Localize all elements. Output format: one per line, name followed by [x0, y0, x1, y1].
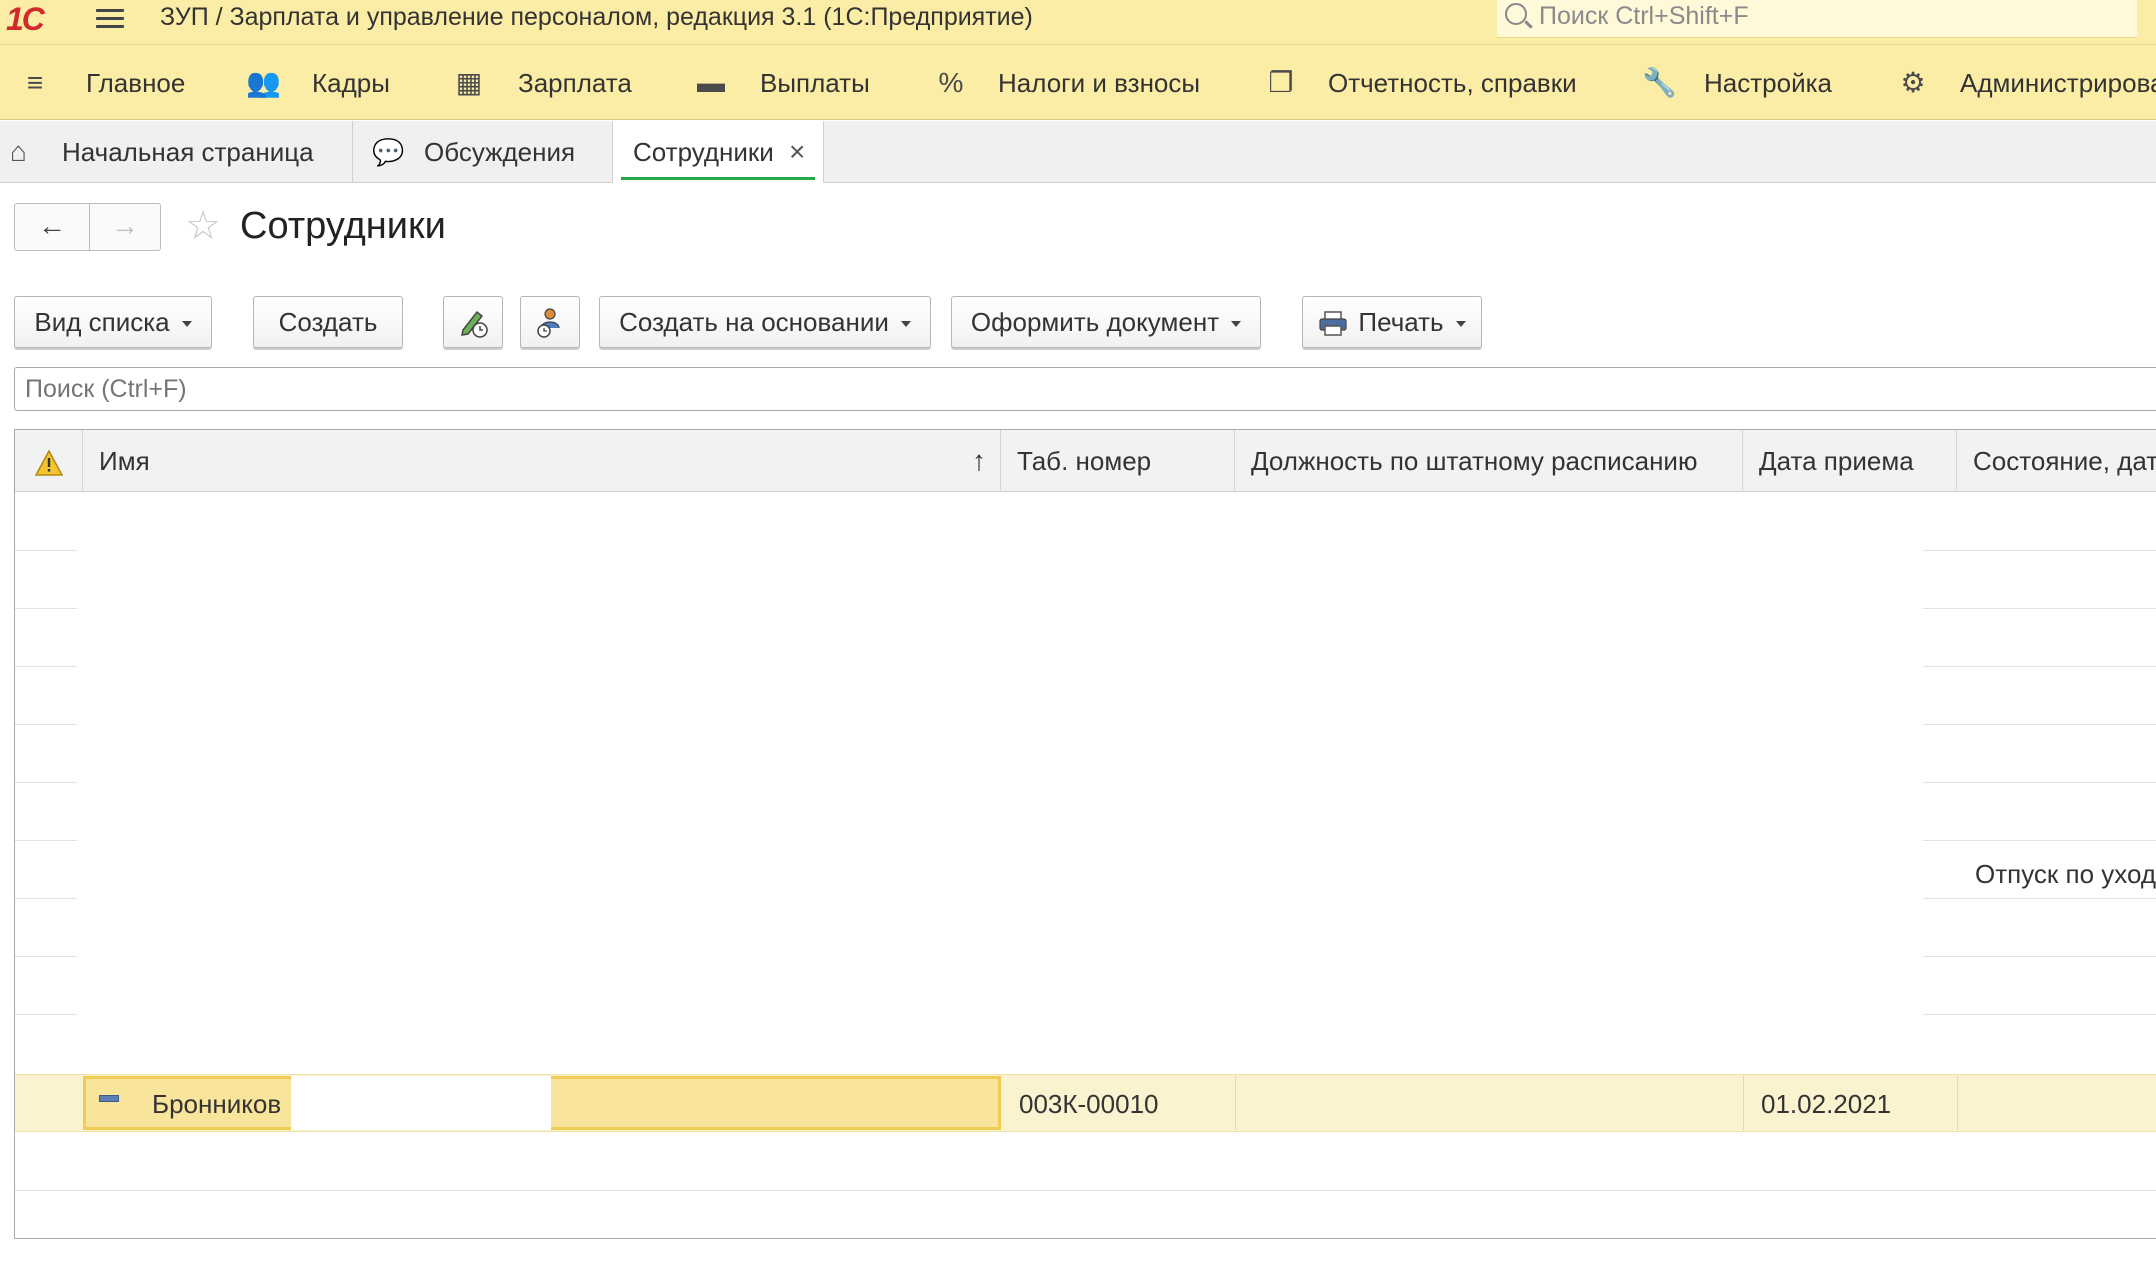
- percent-icon: %: [938, 67, 964, 98]
- section-label: Администрирова: [1960, 68, 2156, 98]
- section-label: Настройка: [1704, 68, 1832, 98]
- chat-icon: 💬: [372, 137, 405, 167]
- hire-date-cell: 01.02.2021: [1761, 1089, 1892, 1119]
- column-header-name[interactable]: Имя ↑: [83, 430, 1001, 492]
- button-label: Оформить документ: [970, 307, 1220, 337]
- tab-number-cell: 003К-00010: [1019, 1089, 1159, 1119]
- wrench-icon: 🔧: [1642, 67, 1677, 98]
- blank-area: [81, 1134, 2151, 1184]
- blank-area: [77, 496, 1923, 1074]
- blank-area: [291, 1076, 551, 1130]
- employees-table: Имя ↑ Таб. номер Должность по штатному р…: [14, 429, 2156, 1239]
- cell-divider: [1743, 1076, 1744, 1130]
- active-tab-indicator: [621, 177, 815, 180]
- section-label: Кадры: [312, 68, 390, 98]
- column-header-tab-number[interactable]: Таб. номер: [1001, 430, 1235, 492]
- section-label: Выплаты: [760, 68, 870, 98]
- column-header-position[interactable]: Должность по штатному расписанию: [1235, 430, 1743, 492]
- main-menu-icon[interactable]: [96, 6, 124, 30]
- forward-button[interactable]: →: [89, 203, 161, 251]
- home-icon: ⌂: [10, 136, 27, 167]
- favorite-star-icon[interactable]: ☆: [182, 205, 224, 247]
- tab-discussions[interactable]: 💬 Обсуждения: [352, 121, 613, 183]
- button-label: Вид списка: [34, 307, 170, 337]
- chevron-down-icon: [181, 321, 192, 328]
- button-label: Печать: [1358, 307, 1444, 337]
- employee-status-icon: [99, 1095, 119, 1102]
- section-label: Налоги и взносы: [998, 68, 1201, 98]
- sort-ascending-icon: ↑: [972, 445, 986, 476]
- tab-label: Сотрудники: [633, 137, 774, 167]
- wallet-icon: ▬: [697, 67, 725, 98]
- page-title: Сотрудники: [240, 205, 446, 247]
- create-based-on-button[interactable]: Создать на основании: [599, 296, 931, 348]
- section-label: Отчетность, справки: [1328, 68, 1577, 98]
- tab-label: Начальная страница: [62, 137, 314, 167]
- tab-home[interactable]: ⌂ Начальная страница: [0, 121, 353, 183]
- create-button[interactable]: Создать: [253, 296, 403, 348]
- view-list-button[interactable]: Вид списка: [14, 296, 212, 348]
- name-cell: Бронников: [152, 1089, 282, 1119]
- menu-lines-icon: ≡: [26, 67, 44, 98]
- column-header-status[interactable]: Состояние, дат: [1957, 430, 2156, 492]
- table-header: Имя ↑ Таб. номер Должность по штатному р…: [15, 430, 2156, 492]
- cell-divider: [1235, 1076, 1236, 1130]
- global-search-placeholder: Поиск Ctrl+Shift+F: [1539, 2, 1749, 30]
- app-title: ЗУП / Зарплата и управление персоналом, …: [160, 3, 1033, 31]
- back-button[interactable]: ←: [14, 203, 90, 251]
- chevron-down-icon: [1231, 321, 1242, 328]
- make-document-button[interactable]: Оформить документ: [951, 296, 1261, 348]
- chevron-down-icon: [1455, 321, 1466, 328]
- person-clock-icon: [537, 308, 560, 338]
- open-tabs-bar: ⌂ Начальная страница 💬 Обсуждения Сотруд…: [0, 121, 2156, 183]
- edit-history-button[interactable]: [443, 296, 503, 348]
- tab-label: Обсуждения: [424, 137, 576, 167]
- sections-panel: ≡ Главное 👥 Кадры ▦ Зарплата ▬ Выплаты %…: [0, 44, 2156, 120]
- employee-events-button[interactable]: [520, 296, 580, 348]
- close-icon[interactable]: ×: [789, 121, 805, 183]
- column-label: Имя: [99, 446, 150, 476]
- tab-employees[interactable]: Сотрудники ×: [612, 121, 824, 183]
- button-label: Создать: [278, 307, 378, 337]
- title-bar: 1С ЗУП / Зарплата и управление персонало…: [0, 0, 2156, 44]
- printer-icon: [1319, 311, 1348, 336]
- print-button[interactable]: Печать: [1302, 296, 1482, 348]
- cell-divider: [1957, 1076, 1958, 1130]
- button-label: Создать на основании: [619, 307, 889, 337]
- column-header-warning[interactable]: [15, 430, 83, 492]
- calculator-icon: ▦: [455, 67, 483, 98]
- pencil-clock-icon: [461, 310, 488, 338]
- column-header-hire-date[interactable]: Дата приема: [1743, 430, 1957, 492]
- global-search-input[interactable]: Поиск Ctrl+Shift+F: [1497, 0, 2137, 38]
- search-input[interactable]: [14, 367, 2156, 411]
- section-label: Зарплата: [518, 68, 632, 98]
- app-logo: 1С: [6, 1, 45, 37]
- status-cell: Отпуск по уход: [1975, 859, 2156, 889]
- chevron-down-icon: [900, 321, 911, 328]
- gear-icon: ⚙: [1900, 67, 1926, 98]
- search-icon: [1505, 3, 1527, 25]
- section-label: Главное: [86, 68, 186, 98]
- documents-icon: ❐: [1268, 67, 1294, 98]
- people-icon: 👥: [246, 67, 281, 98]
- warning-icon: [34, 449, 63, 476]
- row-divider: [15, 1190, 2156, 1191]
